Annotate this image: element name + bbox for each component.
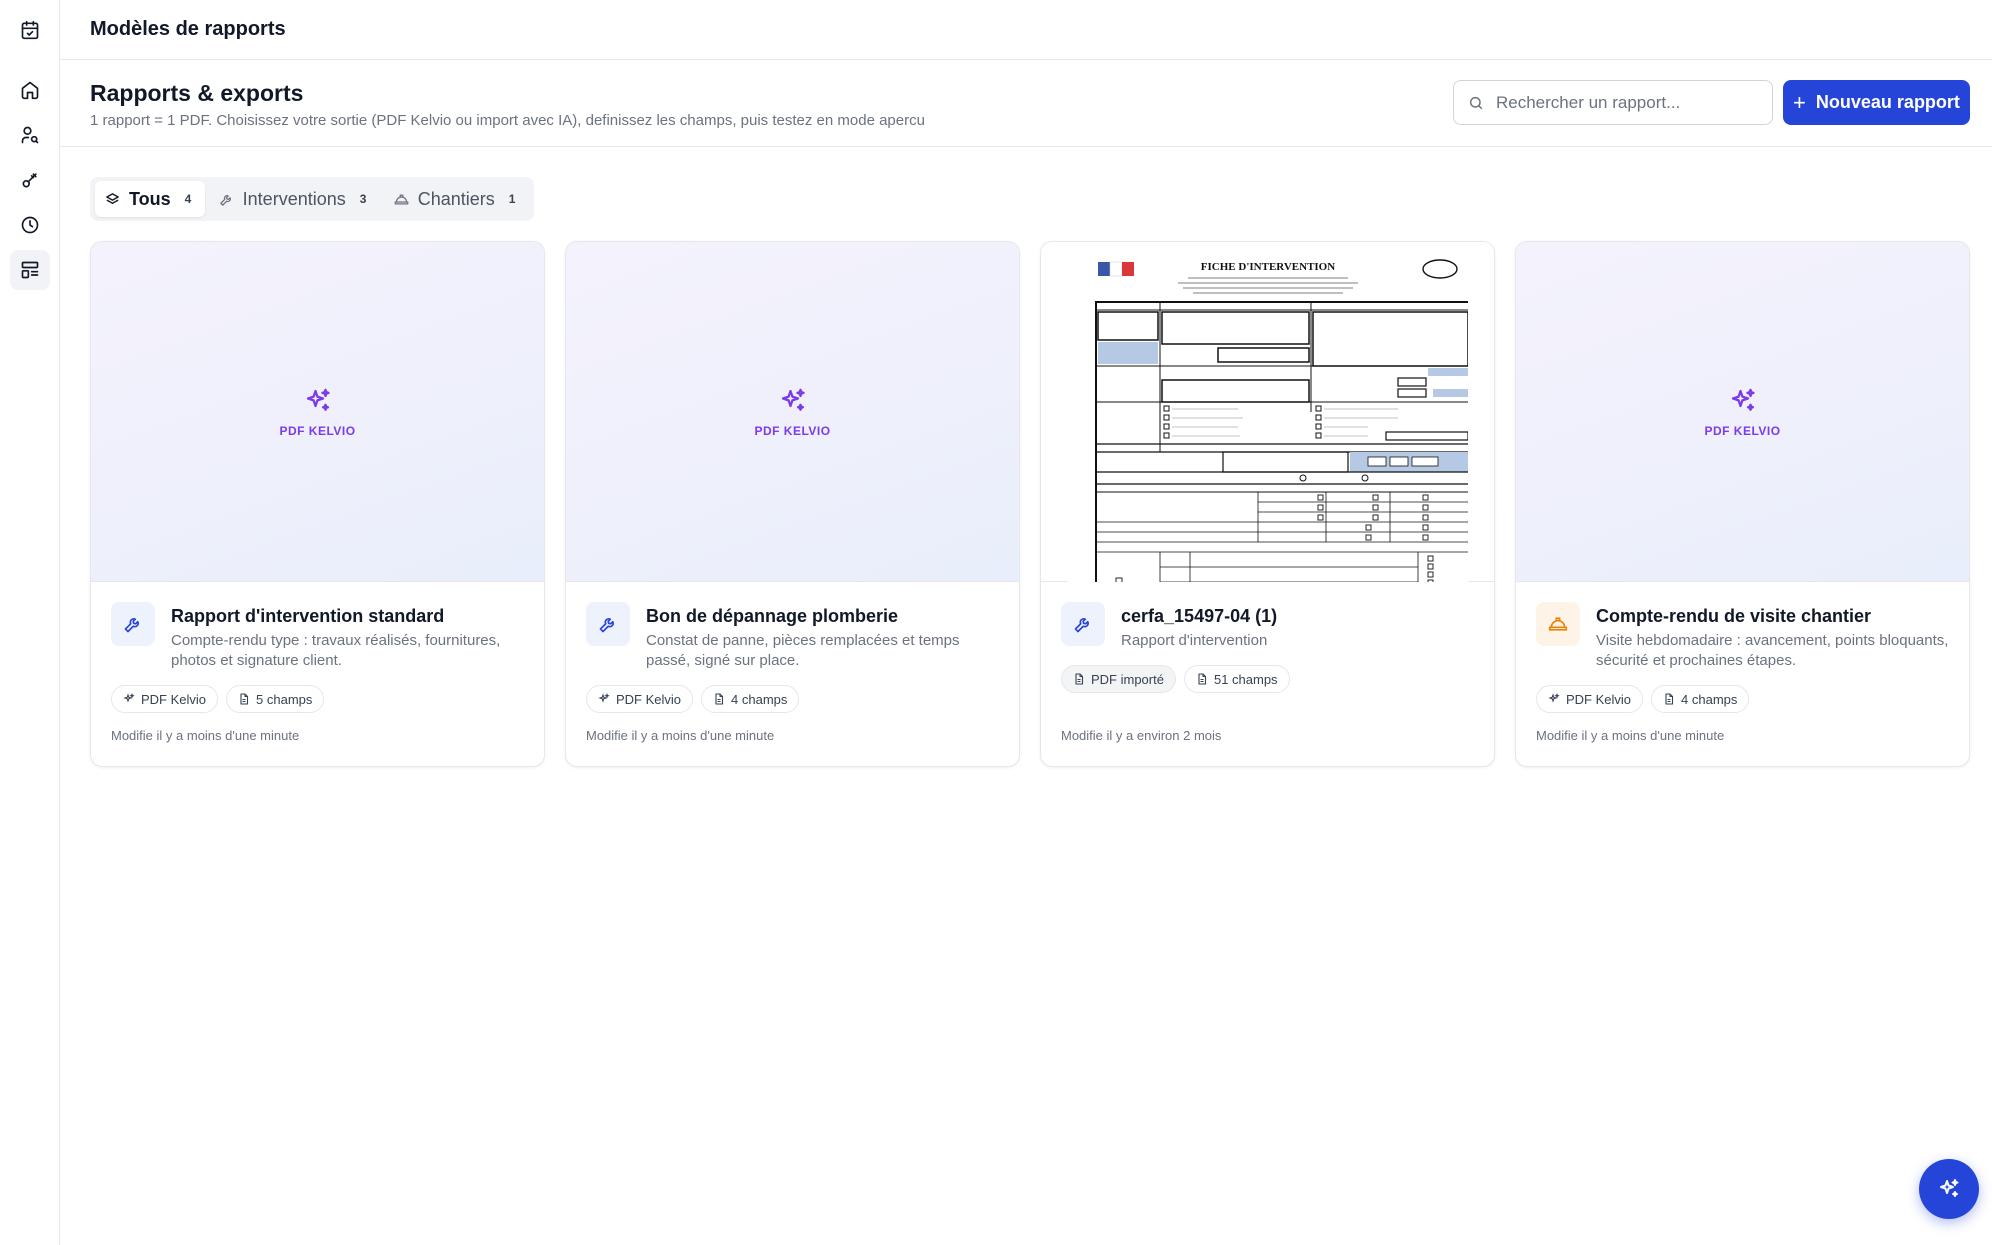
tab-all[interactable]: Tous 4 xyxy=(95,181,205,217)
card-chips: PDF importé 51 champs xyxy=(1061,665,1290,693)
tab-label: Tous xyxy=(129,188,171,209)
sparkles-icon xyxy=(598,693,610,703)
file-icon xyxy=(1075,673,1084,685)
report-card[interactable]: PDF KELVIO Compte-rendu de visite chanti… xyxy=(1515,241,1970,767)
card-type-icon xyxy=(1061,602,1105,646)
tab-count: 1 xyxy=(508,192,516,206)
wrench-icon xyxy=(1074,618,1089,633)
layers-icon xyxy=(106,192,119,204)
card-modified: Modifie il y a moins d'une minute xyxy=(111,728,300,743)
chip-label: 51 champs xyxy=(1213,671,1278,687)
sidebar xyxy=(0,0,60,1245)
tab-label: Interventions xyxy=(242,188,346,209)
top-header: Modèles de rapports xyxy=(60,0,1992,60)
hard-hat-icon xyxy=(394,194,409,204)
user-search-icon[interactable] xyxy=(10,115,50,155)
card-chips: PDF Kelvio 5 champs xyxy=(111,685,325,713)
card-chips: PDF Kelvio 4 champs xyxy=(1536,685,1750,713)
new-report-button[interactable]: + Nouveau rapport xyxy=(1783,80,1970,125)
card-description: Constat de panne, pièces remplacées et t… xyxy=(646,632,960,669)
sparkles-icon xyxy=(306,388,330,411)
preview-label: PDF KELVIO xyxy=(1704,423,1781,438)
sparkles-icon xyxy=(1940,1179,1959,1197)
card-modified: Modifie il y a moins d'une minute xyxy=(1536,728,1725,743)
card-preview: PDF KELVIO xyxy=(566,242,1019,582)
card-title: Rapport d'intervention standard xyxy=(171,606,445,626)
preview-label: PDF KELVIO xyxy=(279,423,356,438)
card-preview-document: FICHE D'INTERVENTION xyxy=(1041,242,1494,582)
page-header: Rapports & exports 1 rapport = 1 PDF. Ch… xyxy=(60,60,1992,147)
card-description: Visite hebdomadaire : avancement, points… xyxy=(1596,632,1949,669)
tab-count: 4 xyxy=(184,192,192,206)
chip-label: 4 champs xyxy=(1681,691,1738,707)
card-preview: PDF KELVIO xyxy=(1516,242,1969,582)
tab-interventions[interactable]: Interventions 3 xyxy=(209,181,380,217)
chip-source: PDF Kelvio xyxy=(1536,685,1644,713)
report-card[interactable]: PDF KELVIO Bon de dépannage plomberie Co… xyxy=(565,241,1020,767)
tab-count: 3 xyxy=(359,192,367,206)
chip-source: PDF Kelvio xyxy=(111,685,219,713)
plus-icon: + xyxy=(1793,89,1806,115)
chip-label: PDF Kelvio xyxy=(1566,691,1632,707)
file-icon xyxy=(1198,673,1207,685)
tab-chantiers[interactable]: Chantiers 1 xyxy=(384,181,529,217)
sparkles-icon xyxy=(1731,388,1755,411)
calendar-check-logo-icon[interactable] xyxy=(10,10,50,50)
sparkles-icon xyxy=(1548,693,1560,703)
hard-hat-icon xyxy=(1548,617,1568,631)
filter-tabs: Tous 4 Interventions 3 Chantiers 1 xyxy=(90,177,534,221)
doc-title: FICHE D'INTERVENTION xyxy=(1200,261,1334,273)
report-card[interactable]: PDF KELVIO Rapport d'intervention standa… xyxy=(90,241,545,767)
file-icon xyxy=(715,693,724,705)
chip-label: 4 champs xyxy=(731,691,788,707)
chip-label: PDF Kelvio xyxy=(616,691,682,707)
chip-label: PDF Kelvio xyxy=(141,691,207,707)
search-box[interactable] xyxy=(1453,80,1773,125)
home-icon[interactable] xyxy=(10,70,50,110)
page-title: Rapports & exports xyxy=(90,80,304,106)
card-description: Compte-rendu type : travaux réalisés, fo… xyxy=(171,632,501,669)
wrench-icon xyxy=(599,618,614,633)
card-description: Rapport d'intervention xyxy=(1121,632,1268,649)
report-card[interactable]: FICHE D'INTERVENTION cerfa_15497-04 (1) … xyxy=(1040,241,1495,767)
file-icon xyxy=(240,693,249,705)
chip-fields: 5 champs xyxy=(226,685,325,713)
card-modified: Modifie il y a moins d'une minute xyxy=(586,728,775,743)
sparkles-icon xyxy=(123,693,135,703)
search-input[interactable] xyxy=(1496,92,1756,113)
card-title: cerfa_15497-04 (1) xyxy=(1121,606,1278,626)
preview-label: PDF KELVIO xyxy=(754,423,831,438)
chip-fields: 51 champs xyxy=(1183,665,1290,693)
chip-label: 5 champs xyxy=(256,691,313,707)
page-subtitle: 1 rapport = 1 PDF. Choisissez votre sort… xyxy=(90,112,925,129)
sparkles-icon xyxy=(781,388,805,411)
file-icon xyxy=(1665,693,1674,705)
chip-label: PDF importé xyxy=(1091,671,1164,687)
card-type-icon xyxy=(1536,602,1580,646)
card-type-icon xyxy=(111,602,155,646)
card-modified: Modifie il y a environ 2 mois xyxy=(1061,728,1222,743)
clock-icon[interactable] xyxy=(10,205,50,245)
chip-source: PDF Kelvio xyxy=(586,685,694,713)
report-templates-icon[interactable] xyxy=(10,250,50,290)
card-chips: PDF Kelvio 4 champs xyxy=(586,685,800,713)
pdf-form-thumbnail: FICHE D'INTERVENTION xyxy=(1067,252,1468,582)
chip-fields: 4 champs xyxy=(701,685,800,713)
tab-label: Chantiers xyxy=(417,188,495,209)
search-icon xyxy=(1469,96,1483,109)
wrench-icon xyxy=(219,194,231,206)
card-preview: PDF KELVIO xyxy=(91,242,544,582)
chip-source: PDF importé xyxy=(1061,665,1176,693)
wrench-icon xyxy=(124,618,139,633)
key-icon[interactable] xyxy=(10,160,50,200)
card-title: Compte-rendu de visite chantier xyxy=(1596,606,1872,626)
chip-fields: 4 champs xyxy=(1651,685,1750,713)
ai-assistant-button[interactable] xyxy=(1919,1159,1979,1219)
header-title: Modèles de rapports xyxy=(90,18,286,40)
card-type-icon xyxy=(586,602,630,646)
card-title: Bon de dépannage plomberie xyxy=(646,606,899,626)
new-report-label: Nouveau rapport xyxy=(1815,92,1960,112)
